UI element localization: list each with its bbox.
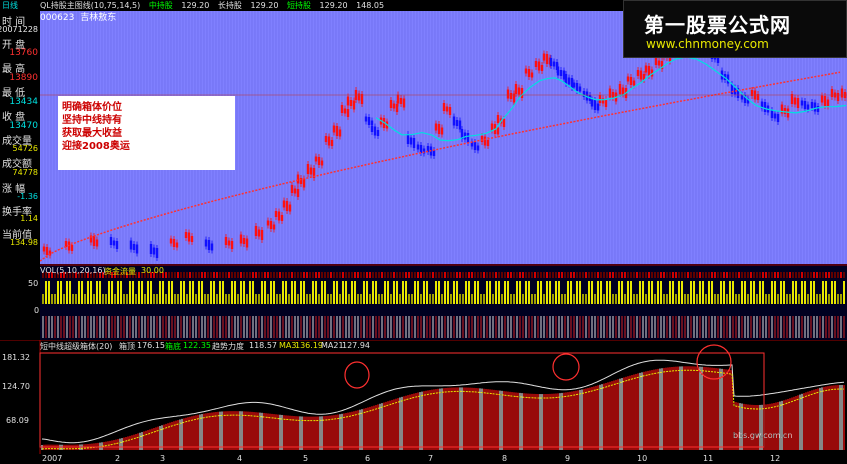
x-axis-tick: 6: [365, 454, 371, 463]
y-tick-top: 181.32: [2, 353, 30, 362]
vol-header: VOL(5,10,20,16): [40, 266, 106, 275]
stock-name: 吉林敖东: [80, 13, 117, 23]
stock-chart-window: 日线 时 间 20071228 开 盘 13760 最 高 13890 最 低 …: [0, 0, 847, 464]
mid-hold-value: 129.20: [181, 1, 210, 10]
period-label[interactable]: 日线: [2, 0, 18, 11]
quote-info-panel: 日线 时 间 20071228 开 盘 13760 最 高 13890 最 低 …: [0, 0, 41, 260]
long-hold-value: 129.20: [250, 1, 279, 10]
vol-tick-0: 0: [34, 306, 40, 315]
x-axis-tick: 4: [237, 454, 243, 463]
volume-panel[interactable]: VOL(5,10,20,16) 资金流量 30.00 50 0: [0, 264, 847, 340]
stock-code: 000623: [40, 13, 75, 23]
x-axis-tick: 2: [115, 454, 121, 463]
low-header: 短中线超级箱体(20): [40, 342, 113, 351]
time-axis: 2007 2 3 4 5 6 7 8 9 10 11 12: [0, 454, 847, 464]
current-value: 134.98: [10, 238, 38, 247]
watermark: bbs.gw.com.cn: [733, 431, 793, 440]
x-axis-tick: 10: [637, 454, 648, 463]
x-axis-tick: 7: [428, 454, 434, 463]
logo-url: www.chnmoney.com: [646, 37, 769, 51]
ma3-label: MA3: [279, 341, 297, 350]
turnover-value: 1.14: [20, 214, 38, 223]
x-axis-tick: 11: [703, 454, 714, 463]
close-value: 13470: [9, 121, 38, 131]
x-axis-tick: 2007: [42, 454, 63, 463]
x-axis-tick: 9: [565, 454, 571, 463]
box-bottom-value: 122.35: [183, 341, 211, 350]
vol-tick-50: 50: [28, 279, 39, 288]
long-hold-label: 长持股: [217, 1, 242, 10]
extra-value: 148.05: [356, 1, 385, 10]
volume-value: 54726: [12, 144, 38, 153]
ma21-label: MA21: [321, 341, 344, 350]
flow-label: 资金流量: [104, 267, 136, 276]
logo-title: 第一股票公式网: [644, 13, 791, 37]
trend-label: 趋势力度: [212, 342, 244, 351]
site-logo: 第一股票公式网 www.chnmoney.com: [623, 0, 847, 58]
ma21-value: 127.94: [342, 341, 370, 350]
flow-value: 30.00: [141, 266, 164, 275]
high-value: 13890: [9, 73, 38, 83]
stock-id: 000623 吉林敖东: [40, 12, 116, 24]
open-value: 13760: [9, 48, 38, 58]
box-bottom-label: 箱底: [165, 342, 181, 351]
annotation-line-4: 迎接2008奥运: [62, 141, 130, 152]
box-indicator-panel[interactable]: 短中线超级箱体(20) 箱顶 176.15 箱底 122.35 趋势力度 118…: [0, 340, 847, 454]
annotation-note: 明确箱体价位 坚持中线持有 获取最大收益 迎接2008奥运: [58, 96, 235, 170]
x-axis-tick: 12: [770, 454, 781, 463]
box-top-label: 箱顶: [119, 342, 135, 351]
x-axis-tick: 5: [303, 454, 309, 463]
y-tick-mid: 124.70: [2, 382, 30, 391]
amount-value: 74778: [12, 168, 38, 177]
ma3-value: 136.19: [295, 341, 323, 350]
mid-hold-label: 中持股: [148, 1, 173, 10]
box-top-value: 176.15: [137, 341, 165, 350]
time-value: 20071228: [0, 25, 38, 34]
x-axis-tick: 8: [502, 454, 508, 463]
trend-value: 118.57: [249, 341, 277, 350]
x-axis-tick: 3: [160, 454, 166, 463]
indicator-name[interactable]: QL持股主图线(10,75,14,5): [40, 1, 140, 10]
short-hold-label: 短持股: [287, 1, 311, 10]
short-hold-value: 129.20: [319, 1, 348, 10]
low-value: 13434: [9, 97, 38, 107]
change-value: -1.36: [17, 192, 38, 201]
y-tick-low: 68.09: [6, 416, 29, 425]
